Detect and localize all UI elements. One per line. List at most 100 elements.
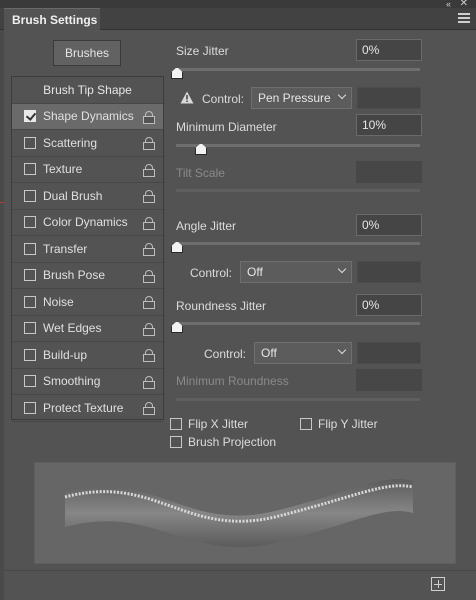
option-label: Dual Brush: [43, 188, 103, 203]
option-label: Brush Pose: [43, 268, 106, 283]
option-label: Scattering: [43, 135, 98, 150]
option-label: Protect Texture: [43, 400, 124, 415]
chevron-down-icon: [337, 90, 347, 100]
roundness-jitter-slider[interactable]: [176, 322, 420, 325]
lock-icon[interactable]: [143, 216, 155, 230]
option-label: Shape Dynamics: [43, 109, 134, 124]
list-item[interactable]: Texture: [12, 157, 163, 183]
option-label: Noise: [43, 294, 74, 309]
lock-icon[interactable]: [143, 375, 155, 389]
option-checkbox[interactable]: [24, 136, 36, 149]
panel-menu-icon[interactable]: [458, 13, 470, 23]
list-item[interactable]: Scattering: [12, 130, 163, 157]
option-label: Build-up: [43, 347, 88, 362]
angle-jitter-slider[interactable]: [176, 242, 420, 245]
brush-options-list: Brush Tip Shape Shape Dynamics Scattering…: [11, 76, 164, 422]
lock-icon[interactable]: [143, 296, 155, 309]
control2-value: Off: [247, 265, 263, 279]
new-preset-icon[interactable]: [431, 577, 445, 591]
panel-title: Brush Settings: [12, 13, 98, 27]
size-jitter-value[interactable]: 0%: [356, 39, 422, 61]
panel-footer: [4, 570, 476, 600]
control1-value: Pen Pressure: [258, 91, 331, 105]
option-checkbox[interactable]: [24, 295, 36, 308]
list-item[interactable]: Color Dynamics: [12, 210, 163, 236]
control3-dropdown[interactable]: Off: [254, 342, 352, 364]
tab-bar: Brush Settings: [0, 8, 476, 30]
control3-value: Off: [261, 346, 277, 360]
tilt-scale-label: Tilt Scale: [176, 166, 225, 180]
left-edge: [0, 30, 4, 600]
list-item[interactable]: Dual Brush: [12, 183, 163, 210]
chevron-down-icon: [337, 345, 347, 355]
flip-x-checkbox[interactable]: [170, 418, 182, 430]
canvas-edge-mark: [0, 202, 4, 203]
size-jitter-slider[interactable]: [176, 68, 420, 71]
control3-field[interactable]: [357, 342, 421, 364]
list-item[interactable]: Shape Dynamics: [12, 103, 163, 130]
list-item[interactable]: Build-up: [12, 342, 163, 369]
control1-label: Control:: [202, 92, 245, 106]
lock-icon[interactable]: [143, 137, 155, 150]
angle-jitter-label: Angle Jitter: [176, 219, 237, 233]
option-checkbox[interactable]: [24, 401, 36, 414]
option-checkbox[interactable]: [24, 322, 36, 335]
option-checkbox[interactable]: [24, 189, 36, 202]
min-diameter-value[interactable]: 10%: [356, 114, 422, 136]
option-checkbox[interactable]: [24, 216, 36, 229]
option-checkbox[interactable]: [24, 163, 36, 176]
min-roundness-slider: [176, 398, 420, 401]
option-checkbox[interactable]: [24, 348, 36, 361]
brush-projection-checkbox[interactable]: [170, 436, 182, 448]
option-checkbox[interactable]: [24, 242, 36, 255]
lock-icon[interactable]: [143, 402, 155, 415]
min-roundness-label: Minimum Roundness: [176, 374, 289, 388]
list-item[interactable]: Noise: [12, 289, 163, 316]
list-header-label: Brush Tip Shape: [43, 82, 132, 97]
control2-label: Control:: [190, 266, 233, 280]
option-checkbox[interactable]: [24, 375, 36, 388]
control3-label: Control:: [204, 347, 247, 361]
list-item[interactable]: Wet Edges: [12, 316, 163, 342]
tab-brush-settings[interactable]: Brush Settings: [4, 8, 100, 30]
lock-icon[interactable]: [143, 349, 155, 362]
brushes-button[interactable]: Brushes: [53, 40, 121, 66]
roundness-jitter-value[interactable]: 0%: [356, 294, 422, 316]
control1-fade-field[interactable]: [357, 87, 421, 109]
lock-icon[interactable]: [143, 190, 155, 203]
chevron-down-icon: [337, 264, 347, 274]
tilt-scale-value: [356, 161, 422, 183]
lock-icon[interactable]: [143, 322, 155, 336]
list-item[interactable]: Smoothing: [12, 369, 163, 395]
option-checkbox[interactable]: [24, 269, 36, 282]
option-label: Color Dynamics: [43, 215, 128, 230]
lock-icon[interactable]: [143, 269, 155, 283]
warning-icon: [180, 91, 194, 104]
list-item[interactable]: Transfer: [12, 236, 163, 263]
list-header-brush-tip-shape[interactable]: Brush Tip Shape: [12, 77, 163, 104]
option-label: Texture: [43, 162, 83, 177]
angle-jitter-value[interactable]: 0%: [356, 214, 422, 236]
lock-icon[interactable]: [143, 163, 155, 177]
roundness-jitter-label: Roundness Jitter: [176, 299, 267, 313]
list-item[interactable]: Brush Pose: [12, 263, 163, 289]
control2-dropdown[interactable]: Off: [240, 261, 352, 283]
stroke-preview-graphic: [64, 479, 414, 548]
option-label: Wet Edges: [43, 321, 102, 336]
control1-dropdown[interactable]: Pen Pressure: [251, 87, 352, 109]
option-checkbox[interactable]: [24, 110, 36, 123]
lock-icon[interactable]: [143, 110, 155, 124]
flip-y-label: Flip Y Jitter: [318, 417, 378, 431]
min-roundness-value: [356, 369, 422, 391]
stroke-preview: [34, 462, 456, 564]
flip-y-checkbox[interactable]: [300, 418, 312, 430]
control2-fade-field[interactable]: [357, 261, 421, 283]
list-item[interactable]: Protect Texture: [12, 395, 163, 422]
option-label: Transfer: [43, 241, 88, 256]
option-label: Smoothing: [43, 374, 101, 389]
panel-top-strip: ‹‹ ✕: [0, 0, 476, 9]
min-diameter-slider[interactable]: [176, 144, 420, 147]
lock-icon[interactable]: [143, 243, 155, 256]
size-jitter-label: Size Jitter: [176, 44, 229, 58]
tilt-scale-slider: [176, 189, 420, 192]
